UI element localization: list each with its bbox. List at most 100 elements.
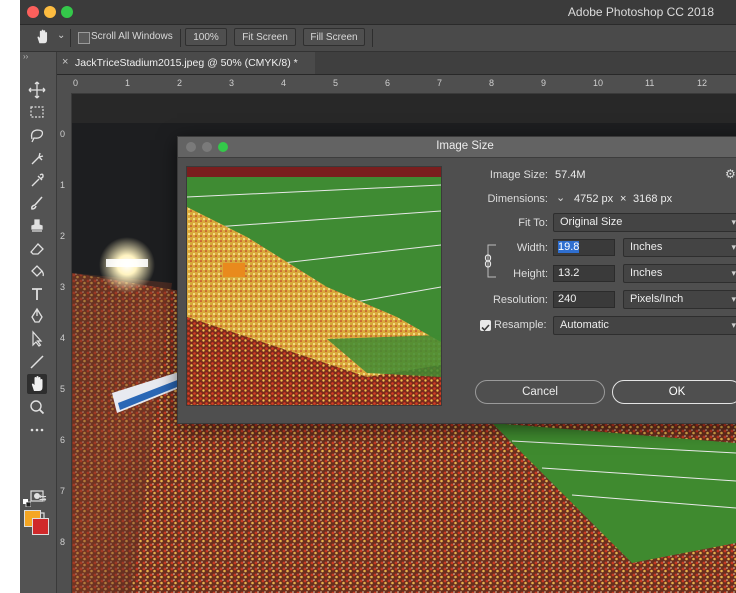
minimize-window-button[interactable] <box>44 6 56 18</box>
dialog-title-bar: Image Size <box>178 137 736 158</box>
fit-screen-button[interactable]: Fit Screen <box>234 28 296 46</box>
type-icon[interactable] <box>27 284 47 304</box>
default-colors-icon[interactable] <box>23 494 32 508</box>
image-size-dialog: Image Size ⚙ Image Size: 57.4M Dimension… <box>177 136 736 424</box>
brush-icon[interactable] <box>27 193 47 213</box>
chevron-down-icon: ▾ <box>731 320 736 330</box>
fill-screen-button[interactable]: Fill Screen <box>303 28 365 46</box>
scroll-all-windows-label: Scroll All Windows <box>91 31 173 42</box>
eraser-icon[interactable] <box>27 238 47 258</box>
ruler-tick-label: 5 <box>333 78 339 88</box>
move-icon[interactable] <box>27 80 47 100</box>
ruler-tick-label: 0 <box>60 129 66 139</box>
fit-to-value: Original Size <box>560 216 623 228</box>
ruler-tick-label: 6 <box>385 78 391 88</box>
ruler-tick-label: 7 <box>60 486 66 496</box>
eyedropper-icon[interactable] <box>27 170 47 190</box>
dimensions-chevron-icon[interactable]: ⌄ <box>556 191 565 204</box>
dimensions-label: Dimensions: <box>487 193 548 205</box>
ruler-tick-label: 9 <box>541 78 547 88</box>
tools-panel: ›› ⇆ <box>20 52 57 593</box>
cancel-button[interactable]: Cancel <box>475 380 605 404</box>
image-size-value: 57.4M <box>555 169 586 181</box>
height-input[interactable]: 13.2 <box>553 265 615 282</box>
app-title: Adobe Photoshop CC 2018 <box>567 5 714 19</box>
quick-select-icon[interactable] <box>27 148 47 168</box>
ruler-tick-label: 4 <box>281 78 287 88</box>
width-label: Width: <box>516 242 548 254</box>
ruler-tick-label: 8 <box>60 537 66 547</box>
horizontal-ruler: 0 1 2 3 4 5 6 7 8 9 10 11 12 <box>57 75 736 94</box>
ruler-tick-label: 7 <box>437 78 443 88</box>
chevron-down-icon: ▾ <box>731 268 736 278</box>
paint-bucket-icon[interactable] <box>27 261 47 281</box>
more-tools-icon[interactable] <box>27 420 47 440</box>
ruler-tick-label: 6 <box>60 435 66 445</box>
ruler-tick-label: 1 <box>60 180 66 190</box>
ok-button[interactable]: OK <box>612 380 736 404</box>
pen-icon[interactable] <box>27 306 47 326</box>
tab-bar-empty <box>315 52 736 74</box>
stamp-icon[interactable] <box>27 216 47 236</box>
swap-colors-icon[interactable]: ⇆ <box>39 493 47 504</box>
close-tab-icon[interactable]: × <box>62 56 68 68</box>
ruler-tick-label: 0 <box>73 78 79 88</box>
resample-dropdown[interactable]: Automatic ▾ <box>553 316 736 335</box>
height-unit-dropdown[interactable]: Inches ▾ <box>623 264 736 283</box>
marquee-icon[interactable] <box>27 102 47 122</box>
resample-checkbox[interactable] <box>480 320 491 332</box>
ruler-tick-label: 5 <box>60 384 66 394</box>
chevron-down-icon: ▾ <box>731 217 736 227</box>
chevron-down-icon: ▾ <box>731 242 736 252</box>
collapse-panel-icon[interactable]: ›› <box>23 52 28 61</box>
height-value: 13.2 <box>558 267 580 279</box>
dimensions-height-value: 3168 px <box>633 193 673 205</box>
width-value: 19.8 <box>558 241 580 253</box>
ruler-tick-label: 8 <box>489 78 495 88</box>
ruler-tick-label: 12 <box>697 78 708 88</box>
resolution-unit-dropdown[interactable]: Pixels/Inch ▾ <box>623 290 736 309</box>
line-icon[interactable] <box>27 352 47 372</box>
hand-icon[interactable] <box>27 374 47 394</box>
fit-to-dropdown[interactable]: Original Size ▾ <box>553 213 736 232</box>
close-window-button[interactable] <box>27 6 39 18</box>
lasso-icon[interactable] <box>27 125 47 145</box>
image-preview[interactable] <box>186 166 442 406</box>
ruler-tick-label: 4 <box>60 333 66 343</box>
document-tab[interactable]: × JackTriceStadium2015.jpeg @ 50% (CMYK/… <box>57 52 316 74</box>
chevron-down-icon[interactable]: ⌄ <box>57 30 65 41</box>
fit-to-label: Fit To: <box>518 217 548 229</box>
image-size-label: Image Size: <box>489 169 548 181</box>
ruler-tick-label: 3 <box>60 282 66 292</box>
resolution-label: Resolution: <box>492 294 548 306</box>
scroll-all-windows-checkbox[interactable] <box>78 32 90 44</box>
resample-label: Resample: <box>494 319 547 331</box>
options-divider <box>70 29 71 47</box>
options-divider <box>372 29 373 47</box>
resolution-input[interactable]: 240 <box>553 291 615 308</box>
path-select-icon[interactable] <box>27 329 47 349</box>
dialog-title: Image Size <box>436 140 494 152</box>
width-input[interactable]: 19.8 <box>553 239 615 256</box>
background-color-swatch[interactable] <box>32 518 49 535</box>
width-unit-value: Inches <box>630 241 663 253</box>
photoshop-window: Adobe Photoshop CC 2018 ⌄ Scroll All Win… <box>20 0 736 593</box>
hand-tool-preset-icon[interactable] <box>34 27 52 47</box>
options-bar: ⌄ Scroll All Windows 100% Fit Screen Fil… <box>20 25 736 52</box>
vertical-ruler: 0 1 2 3 4 5 6 7 8 <box>57 93 72 593</box>
maximize-window-button[interactable] <box>61 6 73 18</box>
zoom-icon[interactable] <box>27 397 47 417</box>
zoom-100-button[interactable]: 100% <box>185 28 227 46</box>
preview-photo <box>187 167 441 405</box>
title-bar: Adobe Photoshop CC 2018 <box>20 0 736 25</box>
resolution-value: 240 <box>558 293 577 305</box>
width-unit-dropdown[interactable]: Inches ▾ <box>623 238 736 257</box>
settings-gear-icon[interactable]: ⚙˅ <box>725 167 736 181</box>
resample-value: Automatic <box>560 319 609 331</box>
height-label: Height: <box>513 268 548 280</box>
height-unit-value: Inches <box>630 267 663 279</box>
ruler-tick-label: 10 <box>593 78 604 88</box>
ruler-tick-label: 1 <box>125 78 131 88</box>
dimensions-width-value: 4752 px <box>574 193 614 205</box>
chevron-down-icon: ▾ <box>731 294 736 304</box>
